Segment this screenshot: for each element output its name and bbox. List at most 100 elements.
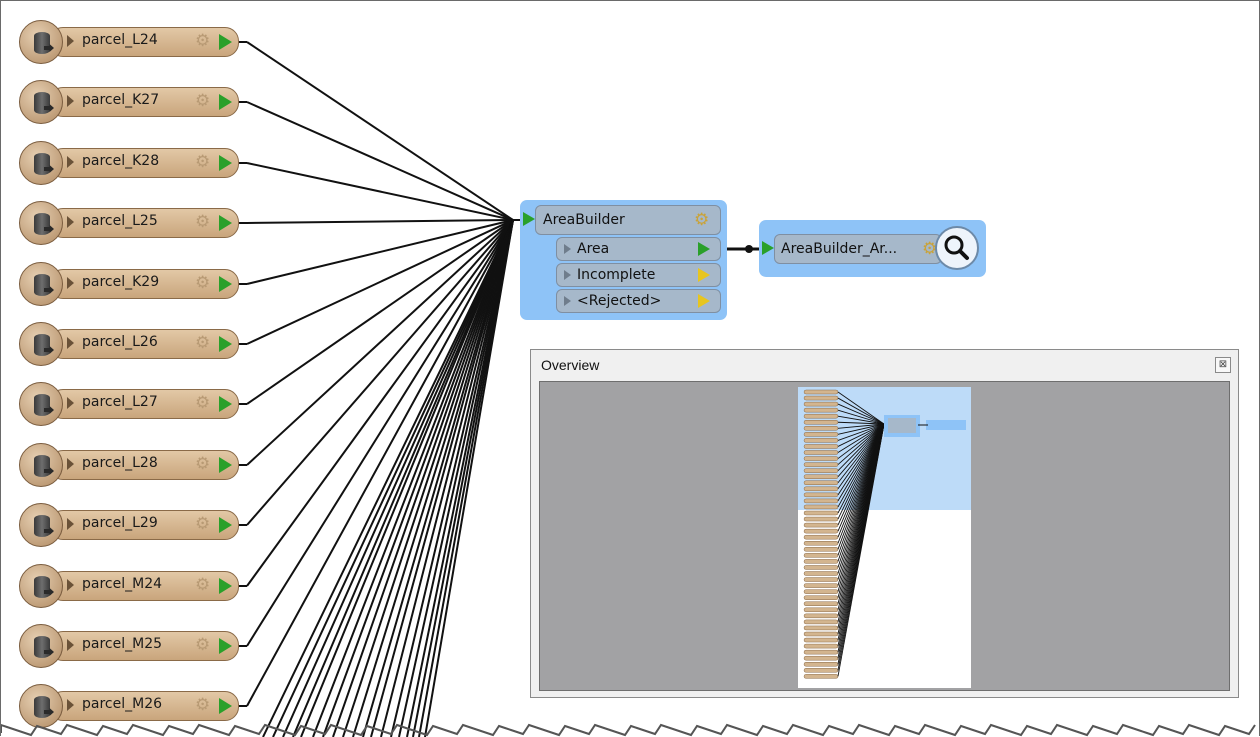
overview-reader-node (803, 498, 839, 504)
green-port-icon[interactable] (219, 94, 232, 110)
reader-node[interactable]: parcel_K29 ⚙ (19, 262, 239, 306)
gear-icon[interactable]: ⚙ (195, 212, 210, 232)
reader-node[interactable]: parcel_L25 ⚙ (19, 201, 239, 245)
reader-node[interactable]: parcel_L29 ⚙ (19, 503, 239, 547)
triangle-right-icon[interactable] (67, 397, 74, 409)
overview-reader-node (803, 601, 839, 606)
green-port-icon[interactable] (219, 215, 232, 231)
transformer-name: AreaBuilder (543, 212, 625, 228)
inspector-name: AreaBuilder_Ar... (781, 241, 898, 257)
overview-reader-node (803, 456, 839, 461)
magnifier-icon[interactable] (934, 225, 980, 271)
reader-node[interactable]: parcel_K28 ⚙ (19, 141, 239, 185)
reader-node[interactable]: parcel_M25 ⚙ (19, 624, 239, 668)
input-port-icon[interactable] (762, 241, 774, 255)
green-port-icon[interactable] (698, 242, 710, 256)
database-reader-icon (19, 20, 63, 64)
connection-line[interactable] (262, 219, 514, 737)
triangle-right-icon[interactable] (67, 518, 74, 530)
reader-node[interactable]: parcel_L26 ⚙ (19, 322, 239, 366)
connection-line[interactable] (282, 219, 514, 737)
triangle-right-icon[interactable] (564, 244, 571, 254)
green-port-icon[interactable] (219, 396, 232, 412)
gear-icon[interactable]: ⚙ (195, 393, 210, 413)
input-port-icon[interactable] (523, 212, 535, 226)
connection-line[interactable] (246, 162, 514, 221)
overview-reader-node (803, 420, 839, 425)
yellow-port-icon[interactable] (698, 294, 710, 308)
database-reader-icon (19, 201, 63, 245)
triangle-right-icon[interactable] (67, 337, 74, 349)
green-port-icon[interactable] (219, 578, 232, 594)
triangle-right-icon[interactable] (67, 156, 74, 168)
triangle-right-icon[interactable] (67, 579, 74, 591)
gear-icon[interactable]: ⚙ (694, 210, 709, 230)
green-port-icon[interactable] (219, 638, 232, 654)
gear-icon[interactable]: ⚙ (195, 333, 210, 353)
inspector-bar[interactable]: AreaBuilder_Ar... ⚙ (774, 234, 942, 264)
inspector-selection-frame[interactable]: AreaBuilder_Ar... ⚙ (759, 220, 986, 277)
gear-icon[interactable]: ⚙ (195, 514, 210, 534)
connection-line[interactable] (246, 41, 514, 221)
gear-icon[interactable]: ⚙ (195, 454, 210, 474)
green-port-icon[interactable] (219, 457, 232, 473)
triangle-right-icon[interactable] (564, 270, 571, 280)
areabuilder-selection-frame[interactable]: AreaBuilder ⚙ Area Incomplete <Rejected> (520, 200, 727, 320)
gear-icon[interactable]: ⚙ (195, 152, 210, 172)
gear-icon[interactable]: ⚙ (195, 273, 210, 293)
overview-reader-node (803, 426, 839, 431)
green-port-icon[interactable] (219, 34, 232, 50)
triangle-right-icon[interactable] (67, 277, 74, 289)
overview-reader-node (803, 438, 839, 443)
gear-icon[interactable]: ⚙ (195, 575, 210, 595)
gear-icon[interactable]: ⚙ (195, 31, 210, 51)
overview-reader-node (803, 516, 839, 522)
reader-label: parcel_K29 (82, 274, 160, 290)
gear-icon[interactable]: ⚙ (195, 695, 210, 715)
green-port-icon[interactable] (219, 155, 232, 171)
close-icon[interactable]: ⊠ (1215, 357, 1231, 373)
green-port-icon[interactable] (219, 336, 232, 352)
reader-label: parcel_L24 (82, 32, 158, 48)
workspace-canvas[interactable]: parcel_L24 ⚙ parcel_K27 ⚙ parcel_K28 ⚙ parcel_… (0, 0, 1260, 737)
triangle-right-icon[interactable] (564, 296, 571, 306)
reader-node[interactable]: parcel_K27 ⚙ (19, 80, 239, 124)
port-incomplete[interactable]: Incomplete (556, 263, 721, 287)
overview-reader-node (803, 613, 839, 619)
reader-node[interactable]: parcel_M24 ⚙ (19, 564, 239, 608)
database-reader-icon (19, 564, 63, 608)
connection-line[interactable] (246, 219, 514, 224)
triangle-right-icon[interactable] (67, 35, 74, 47)
overview-window[interactable]: Overview ⊠ (530, 349, 1239, 698)
port-area[interactable]: Area (556, 237, 721, 261)
triangle-right-icon[interactable] (67, 639, 74, 651)
connection-line[interactable] (246, 219, 514, 707)
yellow-port-icon[interactable] (698, 268, 710, 282)
green-port-icon[interactable] (219, 517, 232, 533)
connection-line[interactable] (246, 101, 514, 221)
reader-node[interactable]: parcel_L24 ⚙ (19, 20, 239, 64)
green-port-icon[interactable] (219, 276, 232, 292)
triangle-right-icon[interactable] (67, 216, 74, 228)
connection-line[interactable] (312, 219, 514, 737)
database-reader-icon (19, 503, 63, 547)
connection-line[interactable] (390, 219, 514, 737)
connection-junction[interactable] (745, 245, 753, 253)
areabuilder-title-bar[interactable]: AreaBuilder ⚙ (535, 205, 721, 235)
overview-reader-node (803, 631, 839, 637)
overview-viewport[interactable] (539, 381, 1230, 691)
overview-reader-node (803, 480, 839, 485)
triangle-right-icon[interactable] (67, 95, 74, 107)
overview-reader-node (803, 528, 839, 534)
port-rejected[interactable]: <Rejected> (556, 289, 721, 313)
connection-line[interactable] (300, 219, 514, 737)
triangle-right-icon[interactable] (67, 699, 74, 711)
reader-node[interactable]: parcel_L28 ⚙ (19, 443, 239, 487)
triangle-right-icon[interactable] (67, 458, 74, 470)
reader-node[interactable]: parcel_L27 ⚙ (19, 382, 239, 426)
gear-icon[interactable]: ⚙ (195, 635, 210, 655)
green-port-icon[interactable] (219, 698, 232, 714)
overview-reader-node (803, 571, 839, 576)
overview-reader-node (803, 474, 839, 479)
gear-icon[interactable]: ⚙ (195, 91, 210, 111)
